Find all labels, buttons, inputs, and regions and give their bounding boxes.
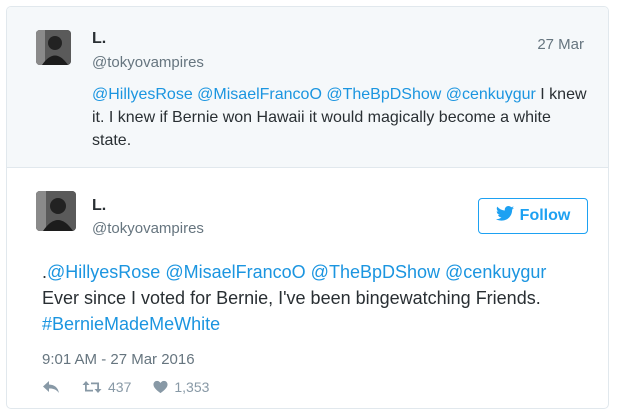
tweet-actions: 437 1,353	[42, 377, 209, 397]
follow-button[interactable]: Follow	[478, 198, 588, 234]
hashtag-link[interactable]: #BernieMadeMeWhite	[42, 314, 220, 334]
author-handle[interactable]: @tokyovampires	[92, 54, 204, 71]
like-button[interactable]: 1,353	[153, 379, 209, 395]
parent-tweet[interactable]: L. @tokyovampires 27 Mar @HillyesRose @M…	[7, 7, 608, 168]
like-count: 1,353	[174, 379, 210, 395]
mention-link[interactable]: @MisaelFrancoO	[197, 86, 322, 103]
reply-button[interactable]	[42, 380, 60, 394]
avatar[interactable]	[36, 30, 71, 65]
tweet-card: L. @tokyovampires 27 Mar @HillyesRose @M…	[6, 6, 609, 409]
author-handle[interactable]: @tokyovampires	[92, 220, 204, 237]
reply-icon	[42, 380, 60, 394]
bird-icon	[495, 206, 514, 226]
tweet-text: @HillyesRose @MisaelFrancoO @TheBpDShow …	[92, 83, 592, 152]
tweet-text: .@HillyesRose @MisaelFrancoO @TheBpDShow…	[42, 259, 602, 337]
mention-link[interactable]: @MisaelFrancoO	[165, 262, 305, 282]
retweet-button[interactable]: 437	[82, 379, 131, 395]
retweet-icon	[82, 380, 102, 394]
avatar[interactable]	[36, 191, 76, 231]
mention-link[interactable]: @cenkuygur	[445, 262, 546, 282]
follow-label: Follow	[519, 207, 571, 224]
author-name[interactable]: L.	[92, 197, 106, 215]
retweet-count: 437	[108, 379, 132, 395]
author-name[interactable]: L.	[92, 30, 106, 48]
mention-link[interactable]: @cenkuygur	[446, 86, 536, 103]
heart-icon	[153, 380, 168, 394]
mention-link[interactable]: @HillyesRose	[47, 262, 160, 282]
mention-link[interactable]: @TheBpDShow	[311, 262, 440, 282]
tweet-body: Ever since I voted for Bernie, I've been…	[42, 288, 541, 308]
tweet-date[interactable]: 27 Mar	[537, 36, 584, 53]
tweet-timestamp[interactable]: 9:01 AM - 27 Mar 2016	[42, 351, 195, 368]
mention-link[interactable]: @HillyesRose	[92, 86, 193, 103]
mention-link[interactable]: @TheBpDShow	[326, 86, 441, 103]
